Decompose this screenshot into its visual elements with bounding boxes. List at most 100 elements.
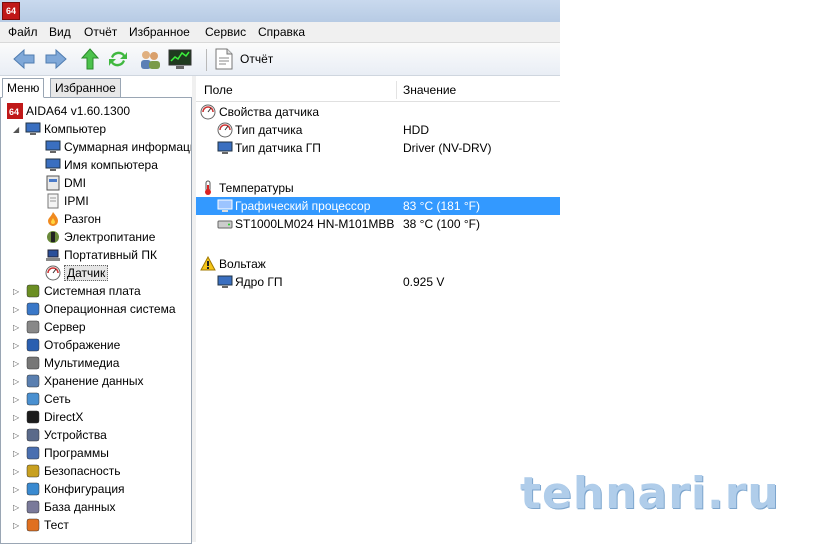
navigation-tree: 64 AIDA64 v1.60.1300 ◢ Компьютер Суммарн… — [0, 97, 192, 544]
tree-item-label-selected: Датчик — [64, 265, 109, 281]
tree-item-power[interactable]: Электропитание — [45, 228, 155, 246]
expand-arrow-icon[interactable]: ▷ — [13, 287, 22, 296]
tree-item-category[interactable]: Отображение — [25, 336, 120, 354]
tree-item-label: Системная плата — [44, 284, 141, 298]
tree-item-overclock[interactable]: Разгон — [45, 210, 101, 228]
flame-icon — [45, 211, 61, 227]
shield-icon — [25, 463, 41, 479]
back-button[interactable] — [12, 47, 36, 71]
users-button[interactable] — [138, 47, 162, 71]
tree-item-category[interactable]: Устройства — [25, 426, 107, 444]
tree-item-category[interactable]: Сервер — [25, 318, 86, 336]
tree-item-category[interactable]: Конфигурация — [25, 480, 125, 498]
monitor-icon — [217, 140, 233, 156]
menu-file[interactable]: Файл — [8, 25, 38, 39]
dmi-icon — [45, 175, 61, 191]
tree-item-category[interactable]: Программы — [25, 444, 109, 462]
list-row[interactable]: Тип датчика ГП Driver (NV-DRV) — [196, 139, 560, 157]
tree-item-category[interactable]: База данных — [25, 498, 115, 516]
expand-arrow-icon[interactable]: ▷ — [13, 449, 22, 458]
group-title: Температуры — [219, 181, 294, 195]
tree-item-category[interactable]: Тест — [25, 516, 69, 534]
report-button-label: Отчёт — [240, 52, 274, 66]
tree-item-category[interactable]: Мультимедиа — [25, 354, 119, 372]
gauge-icon — [45, 265, 61, 281]
monitor-chart-button[interactable] — [168, 47, 192, 71]
expand-arrow-icon[interactable]: ▷ — [13, 431, 22, 440]
group-header-voltage[interactable]: Вольтаж — [196, 255, 560, 273]
tree-item-laptop[interactable]: Портативный ПК — [45, 246, 157, 264]
column-divider[interactable] — [396, 81, 397, 99]
tree-item-label: Портативный ПК — [64, 248, 157, 262]
expand-arrow-icon[interactable]: ▷ — [13, 395, 22, 404]
expand-arrow-icon[interactable]: ▷ — [13, 305, 22, 314]
storage-icon — [25, 373, 41, 389]
tree-item-ipmi[interactable]: IPMI — [45, 192, 89, 210]
expand-arrow-icon[interactable]: ▷ — [13, 413, 22, 422]
forward-button[interactable] — [44, 47, 68, 71]
expand-arrow-icon[interactable]: ▷ — [13, 485, 22, 494]
expand-arrow-icon[interactable]: ▷ — [13, 521, 22, 530]
tree-item-label: База данных — [44, 500, 116, 514]
gauge-icon — [200, 104, 216, 120]
tab-menu[interactable]: Меню — [2, 78, 45, 98]
tree-item-label: Устройства — [44, 428, 107, 442]
row-value: 38 °C (100 °F) — [403, 217, 480, 231]
tree-item-category[interactable]: Сеть — [25, 390, 71, 408]
toolbar-separator — [206, 49, 207, 71]
row-field: Тип датчика ГП — [235, 141, 321, 155]
group-header-sensor-properties[interactable]: Свойства датчика — [196, 103, 560, 121]
expand-arrow-icon[interactable]: ▷ — [13, 323, 22, 332]
up-button[interactable] — [78, 47, 102, 71]
tree-item-label: Электропитание — [64, 230, 156, 244]
tree-item-computer-name[interactable]: Имя компьютера — [45, 156, 158, 174]
menu-bar: Файл Вид Отчёт Избранное Сервис Справка — [0, 22, 560, 43]
tree-item-label: Конфигурация — [44, 482, 125, 496]
report-button[interactable]: Отчёт — [214, 47, 273, 71]
list-row[interactable]: ST1000LM024 HN-M101MBB 38 °C (100 °F) — [196, 215, 560, 233]
expand-arrow-icon[interactable]: ▷ — [13, 341, 22, 350]
tree-item-computer[interactable]: Компьютер — [25, 120, 106, 138]
tree-item-category[interactable]: DirectX — [25, 408, 83, 426]
expand-arrow-icon[interactable]: ▷ — [13, 377, 22, 386]
list-row[interactable]: Ядро ГП 0.925 V — [196, 273, 560, 291]
server-icon — [25, 319, 41, 335]
refresh-icon — [109, 51, 127, 67]
group-header-temperatures[interactable]: Температуры — [196, 179, 560, 197]
config-icon — [25, 481, 41, 497]
expand-arrow-icon[interactable]: ▷ — [13, 503, 22, 512]
menu-report[interactable]: Отчёт — [84, 25, 117, 39]
computer-name-icon — [45, 157, 61, 173]
tree-item-category[interactable]: Безопасность — [25, 462, 121, 480]
list-row-selected[interactable]: Графический процессор 83 °C (181 °F) — [196, 197, 560, 215]
tree-item-dmi[interactable]: DMI — [45, 174, 86, 192]
tree-item-label: Сеть — [44, 392, 71, 406]
column-header-field[interactable]: Поле — [204, 83, 233, 97]
row-value: HDD — [403, 123, 429, 137]
column-header-value[interactable]: Значение — [403, 83, 456, 97]
navigation-panel: Меню Избранное 64 AIDA64 v1.60.1300 ◢ Ко… — [0, 76, 192, 544]
row-field: Ядро ГП — [235, 275, 283, 289]
tree-item-label: Мультимедиа — [44, 356, 120, 370]
expand-arrow-icon[interactable]: ▷ — [13, 467, 22, 476]
tree-item-root[interactable]: 64 AIDA64 v1.60.1300 — [7, 102, 130, 120]
refresh-button[interactable] — [106, 47, 130, 71]
tab-favorites[interactable]: Избранное — [50, 78, 121, 98]
tree-item-category[interactable]: Операционная система — [25, 300, 176, 318]
menu-service[interactable]: Сервис — [205, 25, 246, 39]
list-row[interactable]: Тип датчика HDD — [196, 121, 560, 139]
tree-item-label: DMI — [64, 176, 86, 190]
tree-item-sensor[interactable]: Датчик — [45, 264, 109, 282]
menu-help[interactable]: Справка — [258, 25, 305, 39]
menu-view[interactable]: Вид — [49, 25, 71, 39]
tree-item-category[interactable]: Хранение данных — [25, 372, 144, 390]
benchmark-icon — [25, 517, 41, 533]
collapse-arrow-icon[interactable]: ◢ — [13, 125, 22, 134]
tree-item-category[interactable]: Системная плата — [25, 282, 141, 300]
menu-favorites[interactable]: Избранное — [129, 25, 190, 39]
tree-item-summary[interactable]: Суммарная информация — [45, 138, 191, 156]
users-icon — [141, 51, 160, 69]
computer-icon — [25, 121, 41, 137]
laptop-icon — [45, 247, 61, 263]
expand-arrow-icon[interactable]: ▷ — [13, 359, 22, 368]
